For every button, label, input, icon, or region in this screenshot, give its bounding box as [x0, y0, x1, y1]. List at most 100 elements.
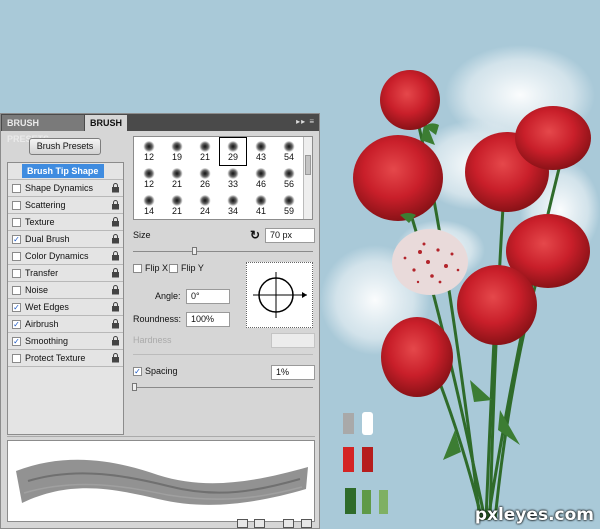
- brush-setting-item[interactable]: Transfer: [8, 265, 123, 282]
- brush-tip[interactable]: 12: [136, 138, 162, 165]
- brush-setting-item[interactable]: Texture: [8, 214, 123, 231]
- crosshair-icon: [253, 272, 307, 318]
- brush-setting-checkbox[interactable]: [12, 201, 21, 210]
- flip-x-checkbox[interactable]: [133, 264, 142, 273]
- flip-y-label: Flip Y: [181, 263, 204, 273]
- brush-tip[interactable]: 24: [192, 192, 218, 219]
- panel-menu-icon[interactable]: ▸▸ ≡: [296, 117, 315, 126]
- brush-setting-item[interactable]: ✓ Dual Brush: [8, 231, 123, 248]
- brush-setting-item[interactable]: Brush Tip Shape: [8, 163, 123, 180]
- reset-size-icon[interactable]: ↻: [250, 228, 260, 242]
- brush-tip[interactable]: 54: [276, 138, 302, 165]
- brush-setting-checkbox[interactable]: ✓: [12, 337, 21, 346]
- grid-view-icon[interactable]: [254, 519, 265, 528]
- brush-tip-thumbnail: [143, 168, 155, 179]
- roundness-label: Roundness:: [133, 314, 182, 324]
- scrollbar-thumb[interactable]: [305, 155, 311, 175]
- lock-icon[interactable]: [111, 302, 120, 312]
- lock-icon[interactable]: [111, 251, 120, 261]
- brush-setting-checkbox[interactable]: ✓: [12, 320, 21, 329]
- brush-setting-checkbox[interactable]: [12, 184, 21, 193]
- brush-tip[interactable]: 21: [192, 138, 218, 165]
- spacing-checkbox[interactable]: ✓: [133, 367, 142, 376]
- hardness-label: Hardness: [133, 335, 172, 345]
- brush-setting-item[interactable]: Protect Texture: [8, 350, 123, 367]
- lock-icon[interactable]: [111, 319, 120, 329]
- tab-brush-presets[interactable]: BRUSH PRESETS: [2, 115, 84, 144]
- tip-grid-scrollbar[interactable]: [303, 137, 312, 219]
- lock-icon[interactable]: [111, 353, 120, 363]
- lock-icon[interactable]: [111, 336, 120, 346]
- watermark: pxleyes.com: [474, 505, 594, 525]
- brush-tip[interactable]: 29: [219, 137, 247, 166]
- flip-y-checkbox[interactable]: [169, 264, 178, 273]
- brush-tip[interactable]: 33: [220, 165, 246, 192]
- brush-tip-size: 41: [255, 206, 266, 216]
- brush-setting-item[interactable]: Shape Dynamics: [8, 180, 123, 197]
- brush-setting-item[interactable]: Scattering: [8, 197, 123, 214]
- brush-tip[interactable]: 41: [248, 192, 274, 219]
- brush-tip[interactable]: 12: [136, 165, 162, 192]
- lock-icon[interactable]: [111, 183, 120, 193]
- brush-tip[interactable]: 59: [276, 192, 302, 219]
- lock-icon[interactable]: [111, 200, 120, 210]
- brush-tip-thumbnail: [199, 195, 211, 206]
- brush-tip[interactable]: 43: [248, 138, 274, 165]
- brush-tip-size: 21: [171, 206, 182, 216]
- brush-tip[interactable]: 46: [248, 165, 274, 192]
- brush-setting-item[interactable]: ✓ Smoothing: [8, 333, 123, 350]
- brush-setting-checkbox[interactable]: [12, 286, 21, 295]
- trash-icon[interactable]: [301, 519, 312, 528]
- tab-brush[interactable]: BRUSH: [85, 115, 127, 131]
- brush-setting-checkbox[interactable]: ✓: [12, 235, 21, 244]
- brush-setting-checkbox[interactable]: [12, 354, 21, 363]
- brush-setting-checkbox[interactable]: [12, 218, 21, 227]
- lock-icon[interactable]: [111, 234, 120, 244]
- brush-tip[interactable]: 21: [164, 192, 190, 219]
- brush-tip-size: 12: [143, 152, 154, 162]
- brush-tip-size: 54: [283, 152, 294, 162]
- swatch-white: [362, 412, 373, 435]
- lock-icon[interactable]: [111, 285, 120, 295]
- brush-setting-label: Brush Tip Shape: [22, 164, 104, 178]
- toggle-bristle-preview-icon[interactable]: [237, 519, 248, 528]
- spacing-field[interactable]: 1%: [271, 365, 315, 380]
- brush-tip[interactable]: 19: [164, 138, 190, 165]
- brush-tip-size: 26: [199, 179, 210, 189]
- brush-tip-size: 43: [255, 152, 266, 162]
- lock-icon[interactable]: [111, 217, 120, 227]
- brush-tip-thumbnail: [143, 141, 155, 152]
- roundness-field[interactable]: 100%: [186, 312, 230, 327]
- brush-setting-label: Texture: [25, 217, 55, 227]
- brush-tip[interactable]: 21: [164, 165, 190, 192]
- spacing-slider-knob[interactable]: [132, 383, 137, 391]
- angle-field[interactable]: 0°: [186, 289, 230, 304]
- brush-tip-size: 24: [199, 206, 210, 216]
- brush-tip-thumbnail: [171, 168, 183, 179]
- brush-tip[interactable]: 34: [220, 192, 246, 219]
- brush-tip[interactable]: 26: [192, 165, 218, 192]
- brush-setting-checkbox[interactable]: ✓: [12, 303, 21, 312]
- angle-label: Angle:: [155, 291, 181, 301]
- angle-roundness-preview[interactable]: [246, 262, 313, 328]
- brush-setting-label: Scattering: [25, 200, 66, 210]
- size-field[interactable]: 70 px: [265, 228, 315, 243]
- lock-icon[interactable]: [111, 268, 120, 278]
- spacing-slider[interactable]: [133, 387, 313, 388]
- brush-setting-item[interactable]: ✓ Airbrush: [8, 316, 123, 333]
- brush-setting-checkbox[interactable]: [12, 252, 21, 261]
- panel-tab-bar: BRUSH PRESETS BRUSH ▸▸ ≡: [1, 114, 319, 144]
- brush-tip-thumbnail: [283, 141, 295, 152]
- new-preset-icon[interactable]: [283, 519, 294, 528]
- size-slider[interactable]: [133, 251, 313, 252]
- brush-setting-checkbox[interactable]: [12, 269, 21, 278]
- brush-setting-item[interactable]: Color Dynamics: [8, 248, 123, 265]
- brush-tip[interactable]: 56: [276, 165, 302, 192]
- brush-presets-button[interactable]: Brush Presets: [29, 138, 101, 155]
- brush-setting-item[interactable]: ✓ Wet Edges: [8, 299, 123, 316]
- flip-x-label: Flip X: [145, 263, 169, 273]
- panel-divider: [7, 436, 315, 437]
- brush-setting-item[interactable]: Noise: [8, 282, 123, 299]
- size-slider-knob[interactable]: [192, 247, 197, 255]
- brush-tip[interactable]: 14: [136, 192, 162, 219]
